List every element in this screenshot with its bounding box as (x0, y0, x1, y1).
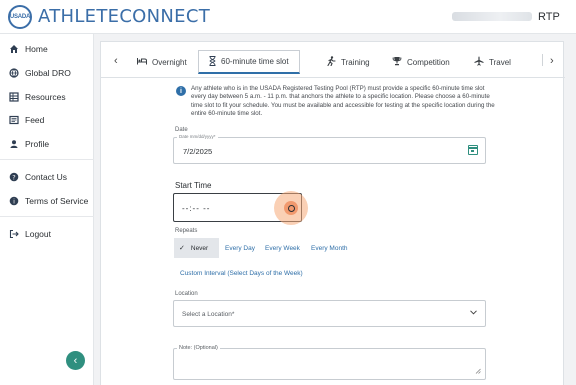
repeat-option-label: Never (190, 244, 209, 252)
sidebar-divider (0, 216, 94, 217)
tab-label: Training (341, 57, 370, 67)
date-label: Date (175, 127, 188, 133)
user-icon (8, 139, 19, 150)
repeat-option-every-month[interactable]: Every Month (311, 238, 348, 258)
tab-overnight[interactable]: Overnight (137, 50, 187, 74)
sidebar-item-feed[interactable]: Feed (8, 112, 44, 128)
logo-text: USADA (9, 14, 31, 20)
date-hint: Date mm/dd/yyyy* (177, 134, 218, 139)
sidebar-item-label: Feed (25, 115, 45, 125)
bed-icon (137, 57, 147, 67)
whereabouts-card: ‹ Overnight 60-minute time slot Training… (100, 41, 565, 385)
chevron-down-icon (470, 310, 477, 317)
sidebar-item-label: Resources (25, 92, 66, 102)
home-icon (8, 44, 19, 55)
sidebar-item-home[interactable]: Home (8, 41, 48, 57)
usada-logo[interactable]: USADA (8, 5, 32, 29)
sidebar-item-contact-us[interactable]: ? Contact Us (8, 169, 67, 185)
location-select[interactable]: Select a Location* (173, 300, 486, 327)
tab-next-arrow[interactable]: › (550, 55, 554, 67)
repeat-option-every-day[interactable]: Every Day (225, 238, 255, 258)
app-header: USADA ATHLETECONNECT RTP (0, 0, 576, 34)
sidebar-item-label: Profile (25, 139, 50, 149)
hourglass-icon (209, 55, 216, 68)
rtp-info-text: Any athlete who is in the USADA Register… (191, 85, 495, 117)
role-badge: RTP (538, 11, 560, 23)
tab-60-minute-time-slot[interactable]: 60-minute time slot (198, 50, 300, 74)
resize-handle-icon[interactable] (475, 368, 481, 376)
plane-icon (474, 56, 484, 68)
tab-label: Overnight (152, 57, 187, 67)
sidebar-collapse-button[interactable]: ‹ (66, 351, 85, 370)
chevron-left-icon: ‹ (73, 354, 78, 367)
start-time-label: Start Time (175, 181, 212, 190)
check-icon: ✓ (179, 245, 185, 252)
note-textarea[interactable]: Note: (Optional) (173, 345, 486, 380)
sidebar: Home Global DRO Resources Feed Profile ?… (0, 34, 94, 385)
logout-icon (8, 229, 19, 240)
location-placeholder: Select a Location* (182, 311, 235, 318)
sidebar-item-label: Home (25, 44, 48, 54)
svg-text:?: ? (12, 173, 15, 181)
user-name-redacted (452, 12, 532, 21)
tab-label: Travel (489, 57, 511, 67)
sidebar-item-logout[interactable]: Logout (8, 226, 51, 242)
calendar-icon[interactable] (468, 145, 478, 155)
running-icon (326, 56, 336, 68)
tab-bar: ‹ Overnight 60-minute time slot Training… (101, 42, 565, 78)
tab-prev-arrow[interactable]: ‹ (114, 55, 118, 67)
location-label: Location (175, 291, 198, 297)
custom-interval-option[interactable]: Custom Interval (Select Days of the Week… (180, 270, 303, 277)
globe-icon (8, 68, 19, 79)
date-field[interactable]: Date mm/dd/yyyy* 7/2/2025 (173, 134, 486, 164)
date-value: 7/2/2025 (183, 147, 213, 156)
sidebar-item-terms[interactable]: i Terms of Service (8, 193, 88, 209)
click-indicator-core (284, 201, 298, 215)
info-icon: i (8, 196, 19, 207)
click-indicator (274, 191, 308, 225)
sidebar-item-label: Logout (25, 229, 51, 239)
repeats-label: Repeats (175, 228, 198, 234)
sidebar-item-label: Terms of Service (25, 196, 89, 206)
trophy-icon (392, 56, 402, 68)
info-icon: i (176, 86, 186, 96)
tab-label: Competition (407, 57, 450, 67)
repeat-option-every-week[interactable]: Every Week (265, 238, 300, 258)
tab-competition[interactable]: Competition (392, 50, 450, 74)
sidebar-item-profile[interactable]: Profile (8, 136, 49, 152)
tab-travel[interactable]: Travel (474, 50, 511, 74)
question-icon: ? (8, 172, 19, 183)
info-glyph: i (180, 87, 182, 95)
sidebar-item-label: Contact Us (25, 172, 68, 182)
tab-overflow-edge (542, 54, 543, 66)
clock-icon[interactable] (287, 204, 295, 212)
feed-icon (8, 115, 19, 126)
sidebar-item-resources[interactable]: Resources (8, 89, 66, 105)
sidebar-item-label: Global DRO (25, 68, 71, 78)
note-placeholder: Note: (Optional) (177, 345, 220, 351)
main-content: ‹ Overnight 60-minute time slot Training… (94, 34, 576, 385)
brand-title: ATHLETECONNECT (38, 6, 211, 27)
grid-icon (8, 92, 19, 103)
tab-label: 60-minute time slot (221, 57, 289, 66)
tab-training[interactable]: Training (326, 50, 370, 74)
svg-text:i: i (13, 197, 15, 205)
sidebar-item-global-dro[interactable]: Global DRO (8, 65, 71, 81)
sidebar-divider (0, 159, 94, 160)
start-time-value: --:-- -- (182, 204, 211, 213)
repeat-option-never[interactable]: ✓ Never (174, 238, 219, 258)
